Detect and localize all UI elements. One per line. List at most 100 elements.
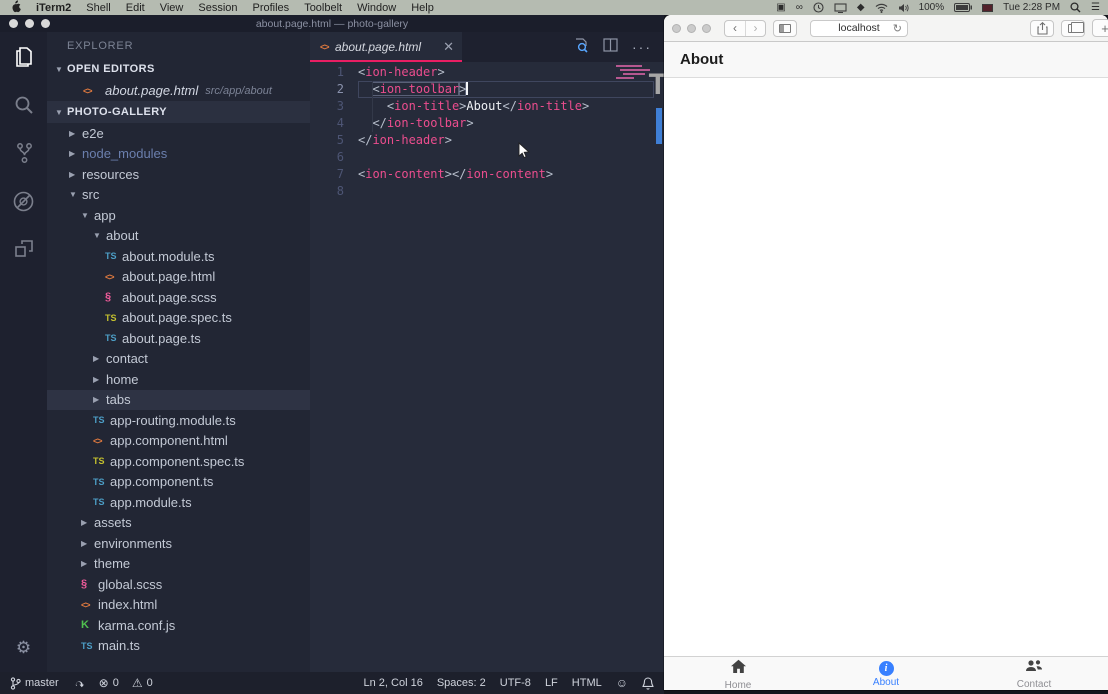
tree-folder-node_modules[interactable]: ▶node_modules [47, 144, 310, 165]
input-language-flag-icon[interactable] [982, 4, 993, 12]
menu-help[interactable]: Help [411, 2, 434, 14]
sync-changes[interactable] [72, 678, 86, 689]
new-tab-button[interactable]: + [1092, 19, 1108, 37]
tree-folder-tabs[interactable]: ▶tabs [47, 390, 310, 411]
tree-item-label: main.ts [98, 638, 140, 653]
git-branch[interactable]: master [10, 677, 59, 690]
tree-folder-resources[interactable]: ▶resources [47, 164, 310, 185]
project-root-header[interactable]: ▼ PHOTO-GALLERY [47, 101, 310, 123]
glasses-icon[interactable]: ∞ [796, 3, 803, 13]
notification-center-icon[interactable]: ☰ [1091, 3, 1100, 13]
tree-folder-about[interactable]: ▼about [47, 226, 310, 247]
ion-tab-about[interactable]: iAbout [812, 659, 960, 688]
encoding[interactable]: UTF-8 [500, 677, 531, 689]
address-bar[interactable]: localhost ↻ [810, 20, 908, 37]
close-window-button[interactable] [672, 24, 681, 33]
code-editor[interactable]: 1<ion-header>2 <ion-toolbar>3 <ion-title… [310, 62, 664, 672]
tab-overview-button[interactable] [1061, 20, 1085, 37]
ion-tab-contact[interactable]: Contact [960, 657, 1108, 690]
spotlight-icon[interactable] [1070, 2, 1081, 13]
menu-profiles[interactable]: Profiles [253, 2, 290, 14]
safari-toolbar: ‹ › localhost ↻ + [664, 15, 1108, 42]
search-icon[interactable] [11, 92, 37, 118]
language-mode[interactable]: HTML [572, 677, 602, 689]
feedback[interactable]: ☺ [616, 677, 628, 689]
minimize-window-button[interactable] [25, 19, 34, 28]
settings-gear-icon[interactable]: ⚙ [0, 638, 47, 658]
tree-file-app.component.ts[interactable]: TSapp.component.ts [47, 472, 310, 493]
open-editor-item[interactable]: <> about.page.html src/app/about [47, 80, 310, 101]
forward-button[interactable]: › [745, 21, 765, 36]
git-branch-label: master [25, 677, 59, 689]
cursor-position[interactable]: Ln 2, Col 16 [364, 677, 423, 689]
tree-folder-src[interactable]: ▼src [47, 185, 310, 206]
close-tab-icon[interactable]: ✕ [443, 39, 454, 55]
tree-file-about.module.ts[interactable]: TSabout.module.ts [47, 246, 310, 267]
tree-file-main.ts[interactable]: TSmain.ts [47, 636, 310, 657]
menu-toolbelt[interactable]: Toolbelt [304, 2, 342, 14]
close-window-button[interactable] [9, 19, 18, 28]
tree-file-app.module.ts[interactable]: TSapp.module.ts [47, 492, 310, 513]
minimize-window-button[interactable] [687, 24, 696, 33]
code-line-1: 1<ion-header> [310, 64, 664, 81]
minimap[interactable] [616, 64, 652, 82]
share-button[interactable] [1030, 20, 1054, 37]
tree-folder-contact[interactable]: ▶contact [47, 349, 310, 370]
battery-icon[interactable] [954, 3, 972, 12]
debug-icon[interactable] [11, 188, 37, 214]
zoom-window-button[interactable] [41, 19, 50, 28]
vscode-titlebar[interactable]: about.page.html — photo-gallery [0, 15, 664, 32]
time-machine-icon[interactable] [813, 2, 824, 13]
zoom-window-button[interactable] [702, 24, 711, 33]
editor-scrollbar[interactable] [656, 108, 662, 144]
source-control-icon[interactable] [11, 140, 37, 166]
open-editors-header[interactable]: ▼ OPEN EDITORS [47, 58, 310, 80]
tree-folder-environments[interactable]: ▶environments [47, 533, 310, 554]
extensions-icon[interactable] [11, 236, 37, 262]
tree-file-karma.conf.js[interactable]: Kkarma.conf.js [47, 615, 310, 636]
menu-view[interactable]: View [160, 2, 184, 14]
more-actions-icon[interactable]: ··· [632, 39, 652, 55]
ion-tab-home[interactable]: Home [664, 657, 812, 691]
tree-folder-theme[interactable]: ▶theme [47, 554, 310, 575]
tree-folder-app[interactable]: ▼app [47, 205, 310, 226]
tree-folder-e2e[interactable]: ▶e2e [47, 123, 310, 144]
tree-file-global.scss[interactable]: §global.scss [47, 574, 310, 595]
tree-folder-home[interactable]: ▶home [47, 369, 310, 390]
display-mirroring-icon[interactable] [834, 3, 847, 13]
eol-sequence[interactable]: LF [545, 677, 558, 689]
wifi-icon[interactable] [875, 3, 888, 13]
tree-folder-assets[interactable]: ▶assets [47, 513, 310, 534]
apple-menu-icon[interactable] [10, 0, 21, 16]
tab-about-page-html[interactable]: <> about.page.html ✕ [310, 32, 462, 62]
editor-actions: ··· [573, 32, 664, 62]
tree-file-app.component.html[interactable]: <>app.component.html [47, 431, 310, 452]
open-preview-icon[interactable] [573, 37, 589, 58]
reload-icon[interactable]: ↻ [893, 22, 902, 35]
warning-icon: ⚠ [132, 677, 143, 689]
tree-file-index.html[interactable]: <>index.html [47, 595, 310, 616]
menu-shell[interactable]: Shell [86, 2, 110, 14]
notifications[interactable] [642, 677, 654, 690]
keystroke-icon[interactable]: ◆ [857, 3, 865, 13]
volume-icon[interactable] [898, 3, 909, 13]
indentation[interactable]: Spaces: 2 [437, 677, 486, 689]
error-count[interactable]: ⊗0 [99, 677, 119, 689]
menu-edit[interactable]: Edit [126, 2, 145, 14]
ion-tab-bar: HomeiAboutContact [664, 656, 1108, 690]
tree-file-about.page.spec.ts[interactable]: TSabout.page.spec.ts [47, 308, 310, 329]
explorer-icon[interactable] [11, 44, 37, 70]
menu-session[interactable]: Session [198, 2, 237, 14]
warning-count[interactable]: ⚠0 [132, 677, 153, 689]
back-button[interactable]: ‹ [725, 21, 745, 36]
screen-record-icon[interactable]: ▣ [776, 3, 785, 13]
tree-file-about.page.ts[interactable]: TSabout.page.ts [47, 328, 310, 349]
sidebar-toggle-button[interactable] [773, 20, 797, 37]
tree-file-app.component.spec.ts[interactable]: TSapp.component.spec.ts [47, 451, 310, 472]
tree-file-about.page.html[interactable]: <>about.page.html [47, 267, 310, 288]
tree-file-about.page.scss[interactable]: §about.page.scss [47, 287, 310, 308]
split-editor-icon[interactable] [603, 38, 618, 57]
menu-window[interactable]: Window [357, 2, 396, 14]
menu-iterm2[interactable]: iTerm2 [36, 2, 71, 14]
tree-file-app-routing.module.ts[interactable]: TSapp-routing.module.ts [47, 410, 310, 431]
